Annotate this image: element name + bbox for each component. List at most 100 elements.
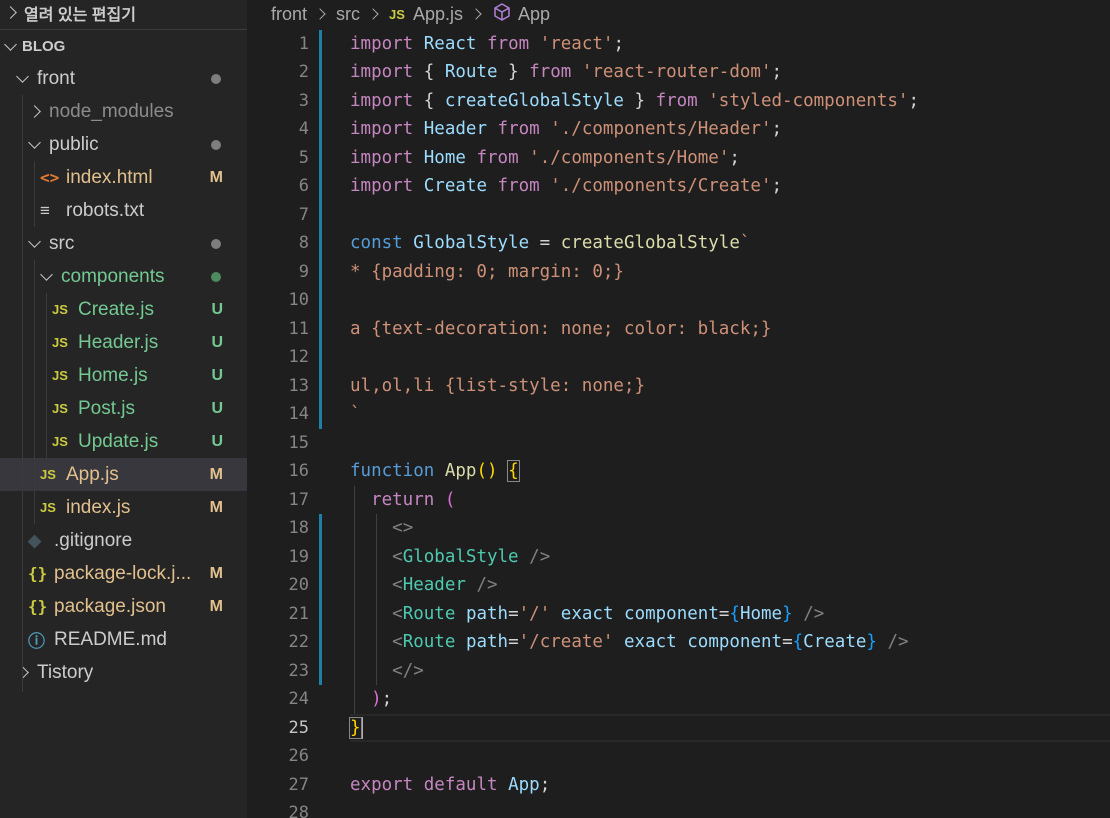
- tree-item-home-js[interactable]: JS Home.js U: [0, 359, 247, 392]
- code-area[interactable]: import React from 'react'; import { Route…: [349, 28, 1110, 818]
- code-line[interactable]: function App() {: [350, 457, 520, 486]
- tree-item-public[interactable]: public: [0, 128, 247, 161]
- code-line[interactable]: ul,ol,li {list-style: none;}: [350, 372, 645, 401]
- tree-item-label: src: [49, 232, 75, 254]
- tree-item-src[interactable]: src: [0, 227, 247, 260]
- tree-item-create-js[interactable]: JS Create.js U: [0, 293, 247, 326]
- tree-item-app-js[interactable]: JS App.js M: [0, 458, 247, 491]
- text-cursor: [360, 716, 363, 739]
- code-token: component: [624, 603, 719, 624]
- code-line[interactable]: import Header from './components/Header'…: [350, 115, 782, 144]
- code-line[interactable]: <Header />: [350, 571, 497, 600]
- open-editors-section[interactable]: 열려 있는 편집기: [0, 0, 247, 29]
- line-number: 4: [298, 119, 309, 139]
- code-token: `: [739, 233, 751, 253]
- code-token: import: [350, 33, 414, 54]
- breadcrumb-item-front[interactable]: front: [271, 4, 307, 25]
- explorer-sidebar: 열려 있는 편집기 BLOG front node_modulespublic <>…: [0, 0, 247, 818]
- tree-item-header-js[interactable]: JS Header.js U: [0, 326, 247, 359]
- code-line[interactable]: import Home from './components/Home';: [350, 144, 740, 173]
- tree-item-node-modules[interactable]: node_modules: [0, 95, 247, 128]
- git-status-badge: M: [209, 564, 223, 582]
- code-line[interactable]: import React from 'react';: [350, 30, 624, 59]
- tree-item-robots-txt[interactable]: ≡ robots.txt: [0, 194, 247, 227]
- code-token: <: [392, 575, 403, 595]
- tree-item-label: App.js: [66, 463, 119, 485]
- js-file-icon: JS: [52, 302, 68, 317]
- line-number: 3: [298, 90, 309, 111]
- code-line[interactable]: const GlobalStyle = createGlobalStyle`: [350, 229, 750, 258]
- code-token: {: [507, 460, 520, 482]
- code-token: =: [508, 603, 519, 624]
- tree-item-package-lock-j[interactable]: {} package-lock.j... M: [0, 557, 247, 590]
- code-line[interactable]: import { createGlobalStyle } from 'style…: [350, 87, 919, 116]
- code-line[interactable]: export default App;: [350, 771, 550, 800]
- tree-indent-guide: [34, 260, 35, 524]
- code-token: <>: [392, 518, 414, 538]
- code-token: import: [350, 147, 414, 168]
- code-line[interactable]: * {padding: 0; margin: 0;}: [350, 258, 624, 287]
- tree-item-label: Post.js: [78, 397, 136, 419]
- code-line[interactable]: import { Route } from 'react-router-dom'…: [350, 58, 782, 87]
- tree-item-readme-md[interactable]: ⓘ README.md: [0, 623, 247, 656]
- code-editor[interactable]: 1 2 3 4 5 6 7 8 9 10 11 12 13 14 15 16 17 18 19 20 21 22 23 24 2…: [247, 28, 1110, 818]
- code-line[interactable]: return (: [350, 486, 455, 515]
- line-number: 17: [288, 489, 309, 510]
- tree-item-label: package-lock.j...: [54, 562, 192, 584]
- code-token: import: [350, 90, 414, 111]
- tree-item-components[interactable]: components: [0, 260, 247, 293]
- code-token: `: [350, 404, 361, 424]
- code-line[interactable]: <Route path='/' exact component={Home} /…: [350, 600, 824, 629]
- line-number-gutter: 1 2 3 4 5 6 7 8 9 10 11 12 13 14 15 16 17 18 19 20 21 22 23 24 2…: [247, 28, 323, 818]
- code-line[interactable]: <Route path='/create' exact component={C…: [350, 628, 908, 657]
- code-line[interactable]: }: [349, 714, 363, 743]
- code-token: {: [413, 62, 445, 82]
- line-number: 2: [298, 62, 309, 82]
- breadcrumb-item-appjs[interactable]: App.js: [413, 4, 463, 25]
- line-number: 21: [288, 603, 309, 624]
- tree-item-post-js[interactable]: JS Post.js U: [0, 392, 247, 425]
- code-token: createGlobalStyle: [560, 233, 740, 253]
- code-token: component: [687, 632, 783, 652]
- code-line[interactable]: a {text-decoration: none; color: black;}: [350, 315, 771, 344]
- breadcrumb-item-app-symbol[interactable]: App: [518, 4, 550, 25]
- code-line[interactable]: );: [350, 685, 392, 714]
- line-number: 25: [288, 717, 309, 738]
- workspace-section[interactable]: BLOG: [0, 30, 247, 63]
- code-token: '/create': [518, 632, 614, 652]
- code-token: ;: [613, 33, 625, 54]
- tree-item-front[interactable]: front: [0, 62, 247, 95]
- code-token: Route: [402, 603, 456, 624]
- code-line[interactable]: </>: [350, 657, 424, 686]
- code-line[interactable]: `: [350, 400, 361, 429]
- code-token: from: [497, 119, 540, 139]
- code-line[interactable]: <>: [350, 514, 413, 543]
- breadcrumb-item-src[interactable]: src: [336, 4, 360, 25]
- js-file-icon: JS: [52, 434, 68, 449]
- tree-item-index-js[interactable]: JS index.js M: [0, 491, 247, 524]
- tree-item-tistory[interactable]: Tistory: [0, 656, 247, 689]
- code-line[interactable]: <GlobalStyle />: [350, 543, 550, 572]
- chevron-right-icon: [470, 8, 482, 20]
- html-file-icon: <>: [40, 168, 60, 187]
- tree-item-index-html[interactable]: <> index.html M: [0, 161, 247, 194]
- code-token: path: [465, 603, 509, 624]
- tree-item-update-js[interactable]: JS Update.js U: [0, 425, 247, 458]
- line-number: 15: [288, 432, 309, 453]
- breadcrumb: front src JS App.js App: [247, 0, 1110, 28]
- tree-item-package-json[interactable]: {} package.json M: [0, 590, 247, 623]
- tree-item-label: Create.js: [78, 298, 155, 320]
- code-line[interactable]: import Create from './components/Create'…: [350, 172, 782, 201]
- chevron-down-icon: [14, 69, 30, 89]
- tree-item-label: public: [49, 133, 99, 155]
- line-number: 19: [288, 546, 309, 567]
- tree-item-gitignore[interactable]: ◆ .gitignore: [0, 524, 247, 557]
